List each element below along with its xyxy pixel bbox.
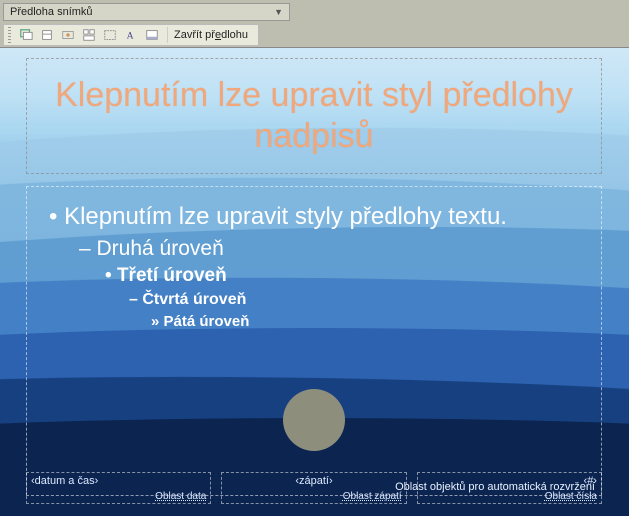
title-placeholder[interactable]: Klepnutím lze upravit styl předlohy nadp… [26, 58, 602, 174]
master-layout-icon[interactable] [81, 27, 97, 43]
footer-placeholders: ‹datum a čas› Oblast data ‹zápatí› Oblas… [26, 472, 602, 504]
toolbar-title-text: Předloha snímků [10, 6, 93, 18]
date-placeholder[interactable]: ‹datum a čas› Oblast data [26, 472, 211, 504]
outline-level-4: Čtvrtá úroveň [129, 291, 583, 309]
slide-canvas: Klepnutím lze upravit styl předlohy nadp… [0, 48, 629, 516]
outline-level-5: Pátá úroveň [151, 313, 583, 330]
outline-level-3: Třetí úroveň [105, 265, 583, 287]
placeholders-icon[interactable] [102, 27, 118, 43]
title-icon[interactable]: A [123, 27, 139, 43]
master-toolbar: Předloha snímků ▼ A Zavřít předlohu [0, 0, 629, 48]
date-field: ‹datum a čas› [31, 475, 98, 487]
rename-icon[interactable] [60, 27, 76, 43]
date-area-label: Oblast data [155, 491, 206, 502]
footer-area-label: Oblast zápatí [343, 491, 402, 502]
number-field: ‹#› [584, 475, 597, 487]
insert-layout-icon[interactable] [39, 27, 55, 43]
toolbar-grip[interactable] [8, 27, 11, 43]
toolbar-icon-row: A Zavřít předlohu [3, 24, 259, 46]
outline-level-2: Druhá úroveň [79, 237, 583, 261]
outline-level-1: Klepnutím lze upravit styly předlohy tex… [49, 203, 583, 231]
footers-icon[interactable] [144, 27, 160, 43]
title-placeholder-text: Klepnutím lze upravit styl předlohy nadp… [31, 75, 597, 157]
autolayout-object-circle[interactable] [283, 389, 345, 451]
close-master-button[interactable]: Zavřít předlohu [167, 27, 254, 43]
body-placeholder[interactable]: Klepnutím lze upravit styly předlohy tex… [26, 186, 602, 496]
slide-number-placeholder[interactable]: ‹#› Oblast čísla [417, 472, 602, 504]
insert-slide-master-icon[interactable] [18, 27, 34, 43]
svg-text:A: A [127, 31, 134, 42]
footer-placeholder[interactable]: ‹zápatí› Oblast zápatí [221, 472, 406, 504]
toolbar-title-dropdown[interactable]: Předloha snímků ▼ [3, 3, 290, 21]
footer-field: ‹zápatí› [295, 475, 332, 487]
close-master-label: Zavřít předlohu [174, 29, 248, 41]
chevron-down-icon: ▼ [274, 7, 283, 17]
number-area-label: Oblast čísla [545, 491, 597, 502]
